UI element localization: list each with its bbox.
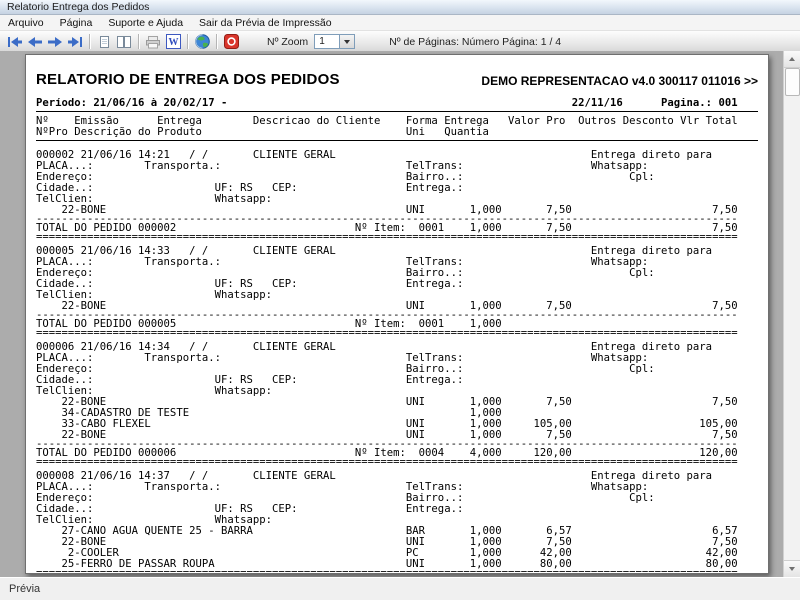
report-line: 2-COOLER PC 1,000 42,00 42,00 [36,548,738,559]
report-header: RELATORIO DE ENTREGA DOS PEDIDOS DEMO RE… [36,71,758,88]
report-line: 000008 21/06/16 14:37 / / CLIENTE GERAL … [36,471,713,482]
report-line: 000002 21/06/16 14:21 / / CLIENTE GERAL … [36,150,713,161]
report-line: 33-CABO FLEXEL UNI 1,000 105,00 105,00 [36,419,738,430]
report-line: PLACA...: Transporta.: TelTrans: Whatsap… [36,161,649,172]
report-line: TOTAL DO PEDIDO 000002 Nº Item: 0001 1,0… [36,223,738,234]
toolbar-separator [187,34,188,49]
window-title: Relatorio Entrega dos Pedidos [7,1,150,13]
report-line: 22-BONE UNI 1,000 7,50 7,50 [36,205,738,216]
two-page-view-button[interactable] [114,33,134,51]
toolbar-separator [216,34,217,49]
menu-pagina[interactable]: Página [52,16,101,30]
chevron-down-icon [344,39,351,44]
menu-arquivo[interactable]: Arquivo [0,16,52,30]
report-line: Endereço: Bairro..: Cpl: [36,364,655,375]
report-line: 000006 21/06/16 14:34 / / CLIENTE GERAL … [36,342,713,353]
report-line: ----------------------------------------… [36,312,738,319]
menu-suporte-e-ajuda[interactable]: Suporte e Ajuda [100,16,191,30]
report-brand: DEMO REPRESENTACAO v4.0 300117 011016 >> [481,74,758,88]
last-page-button[interactable] [65,33,85,51]
report-line: PLACA...: Transporta.: TelTrans: Whatsap… [36,353,649,364]
vertical-scrollbar[interactable] [783,51,800,577]
single-page-view-button[interactable] [94,33,114,51]
report-line: TOTAL DO PEDIDO 000006 Nº Item: 0004 4,0… [36,448,738,459]
report-page: RELATORIO DE ENTREGA DOS PEDIDOS DEMO RE… [25,54,769,574]
report-line: Cidade..: UF: RS CEP: Entrega.: [36,279,464,290]
report-line: ========================================… [36,459,738,466]
title-bar: Relatorio Entrega dos Pedidos [0,0,800,15]
report-title: RELATORIO DE ENTREGA DOS PEDIDOS [36,71,340,88]
report-line: 22-BONE UNI 1,000 7,50 7,50 [36,537,738,548]
print-button[interactable] [143,33,163,51]
exit-icon [223,34,239,49]
report-line: ----------------------------------------… [36,441,738,448]
report-line: ----------------------------------------… [36,216,738,223]
report-line: Endereço: Bairro..: Cpl: [36,268,655,279]
first-page-button[interactable] [5,33,25,51]
report-line: Cidade..: UF: RS CEP: Entrega.: [36,504,464,515]
report-line: Nº Emissão Entrega Descricao do Cliente … [36,116,738,127]
status-bar: Prévia [0,577,800,600]
report-line: Endereço: Bairro..: Cpl: [36,172,655,183]
zoom-label: Nº Zoom [267,35,309,48]
single-page-icon [100,35,109,48]
printer-icon [146,35,160,48]
arrow-up-icon [789,57,795,61]
toolbar: W Nº Zoom 1 Nº de Páginas: Número Página… [0,31,800,53]
report-line: 25-FERRO DE PASSAR ROUPA UNI 1,000 80,00… [36,559,738,570]
report-line: ========================================… [36,234,738,241]
exit-preview-button[interactable] [221,33,241,51]
report-line: TelClien: Whatsapp: [36,290,272,301]
report-line: 27-CANO AGUA QUENTE 25 - BARRA BAR 1,000… [36,526,738,537]
report-line: 22-BONE UNI 1,000 7,50 7,50 [36,397,738,408]
first-page-icon [8,36,22,47]
scroll-up-button[interactable] [784,51,800,68]
report-line: 34-CADASTRO DE TESTE 1,000 [36,408,502,419]
previous-page-icon [28,36,42,47]
pages-info: Nº de Páginas: Número Página: 1 / 4 [389,35,562,48]
report-line: Cidade..: UF: RS CEP: Entrega.: [36,375,464,386]
next-page-button[interactable] [45,33,65,51]
export-word-button[interactable]: W [163,33,183,51]
report-line: 22-BONE UNI 1,000 7,50 7,50 [36,301,738,312]
zoom-select[interactable]: 1 [314,34,356,49]
status-label: Prévia [9,583,41,595]
report-line: Período: 21/06/16 à 20/02/17 - 22/11/16 … [36,98,738,109]
application-window: Relatorio Entrega dos Pedidos Arquivo Pá… [0,0,800,600]
scroll-down-button[interactable] [784,560,800,577]
zoom-dropdown-button[interactable] [339,34,356,49]
report-line: Cidade..: UF: RS CEP: Entrega.: [36,183,464,194]
svg-text:W: W [168,37,178,48]
report-line: 000005 21/06/16 14:33 / / CLIENTE GERAL … [36,246,713,257]
toolbar-separator [138,34,139,49]
report-line: TelClien: Whatsapp: [36,386,272,397]
two-page-icon [117,35,131,48]
report-line: ========================================… [36,330,738,337]
report-lines: Período: 21/06/16 à 20/02/17 - 22/11/16 … [36,98,758,573]
previous-page-button[interactable] [25,33,45,51]
menu-bar: Arquivo Página Suporte e Ajuda Sair da P… [0,15,800,31]
report-line: PLACA...: Transporta.: TelTrans: Whatsap… [36,257,649,268]
report-line: TOTAL DO PEDIDO 000005 Nº Item: 0001 1,0… [36,319,502,330]
preview-area: RELATORIO DE ENTREGA DOS PEDIDOS DEMO RE… [0,51,800,578]
report-line: ========================================… [36,570,758,573]
web-button[interactable] [192,33,212,51]
next-page-icon [48,36,62,47]
arrow-down-icon [789,567,795,571]
report-line: 22-BONE UNI 1,000 7,50 7,50 [36,430,738,441]
globe-icon [194,34,210,49]
scrollbar-thumb[interactable] [785,68,800,96]
report-line: TelClien: Whatsapp: [36,194,272,205]
report-line: PLACA...: Transporta.: TelTrans: Whatsap… [36,482,649,493]
last-page-icon [68,36,82,47]
report-line: NºPro Descrição do Produto Uni Quantia [36,127,489,138]
report-line: Endereço: Bairro..: Cpl: [36,493,655,504]
report-line: TelClien: Whatsapp: [36,515,272,526]
menu-sair-da-previa[interactable]: Sair da Prévia de Impressão [191,16,339,30]
zoom-value: 1 [314,34,340,49]
word-icon: W [165,34,181,49]
toolbar-separator [89,34,90,49]
